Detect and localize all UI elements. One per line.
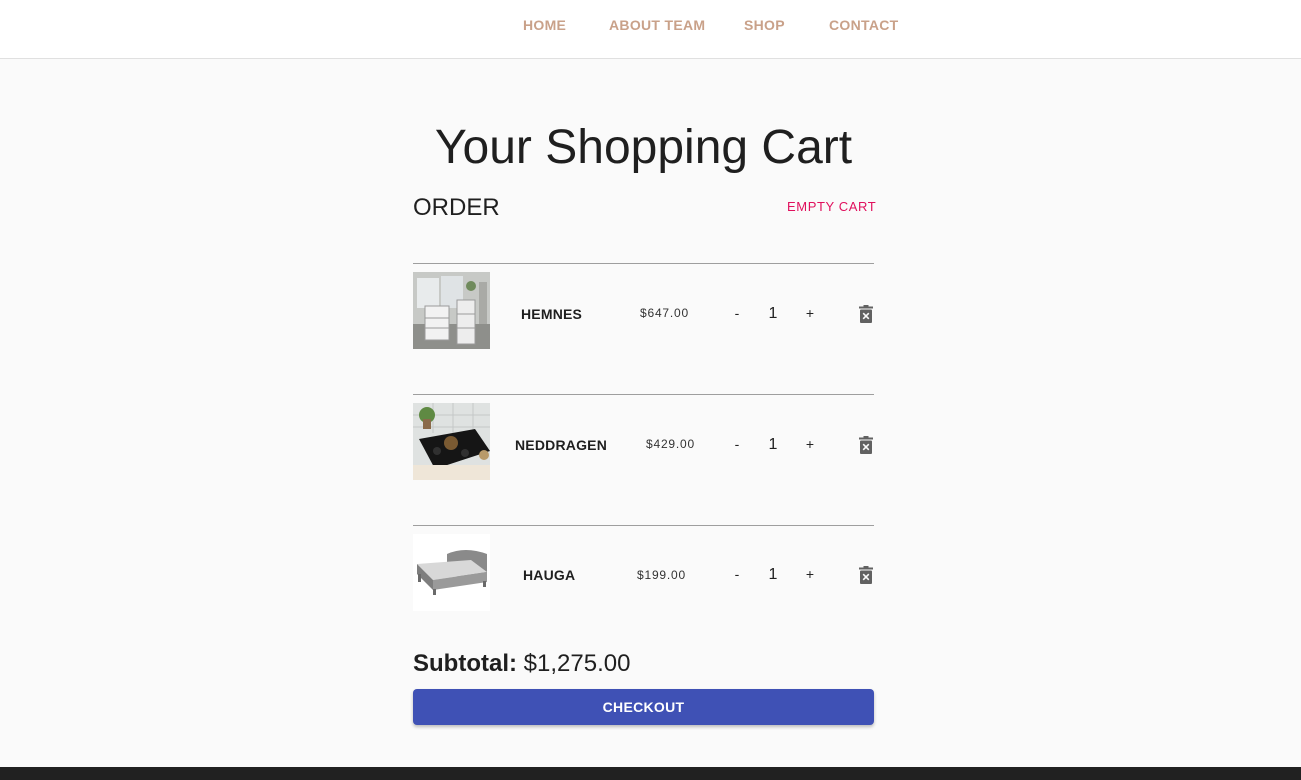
top-navigation: HOME ABOUT TEAM SHOP CONTACT [0,0,1301,59]
subtotal: Subtotal: $1,275.00 [413,650,630,678]
remove-item-trash-icon[interactable] [858,305,874,323]
cart-item-price: $647.00 [640,306,689,320]
order-heading: ORDER [413,194,500,221]
cart-item-price: $429.00 [646,437,695,451]
increase-quantity-button[interactable]: + [800,303,820,323]
item-divider [413,394,874,395]
nav-shop-link[interactable]: SHOP [744,17,785,33]
cart-item-name: NEDDRAGEN [515,437,608,453]
cart-item-name: HEMNES [521,306,583,322]
item-divider [413,525,874,526]
remove-item-trash-icon[interactable] [858,436,874,454]
product-image-hauga [413,534,490,611]
page-title: Your Shopping Cart [434,121,853,174]
subtotal-value: $1,275.00 [523,650,631,677]
product-image-hemnes [413,272,490,349]
increase-quantity-button[interactable]: + [800,434,820,454]
subtotal-label: Subtotal: [413,650,517,677]
cart-item-price: $199.00 [637,568,686,582]
empty-cart-button[interactable]: EMPTY CART [787,199,876,214]
cart-item-name: HAUGA [523,567,576,583]
item-quantity: 1 [768,305,778,322]
nav-home-link[interactable]: HOME [523,17,566,33]
item-quantity: 1 [768,566,778,583]
item-divider [413,263,874,264]
footer [0,767,1301,780]
product-image-neddragen [413,403,490,480]
item-quantity: 1 [768,436,778,453]
decrease-quantity-button[interactable]: - [727,434,747,454]
nav-about-team-link[interactable]: ABOUT TEAM [609,17,705,33]
decrease-quantity-button[interactable]: - [727,564,747,584]
decrease-quantity-button[interactable]: - [727,303,747,323]
nav-contact-link[interactable]: CONTACT [829,17,899,33]
remove-item-trash-icon[interactable] [858,566,874,584]
increase-quantity-button[interactable]: + [800,564,820,584]
checkout-button[interactable]: CHECKOUT [413,689,874,725]
